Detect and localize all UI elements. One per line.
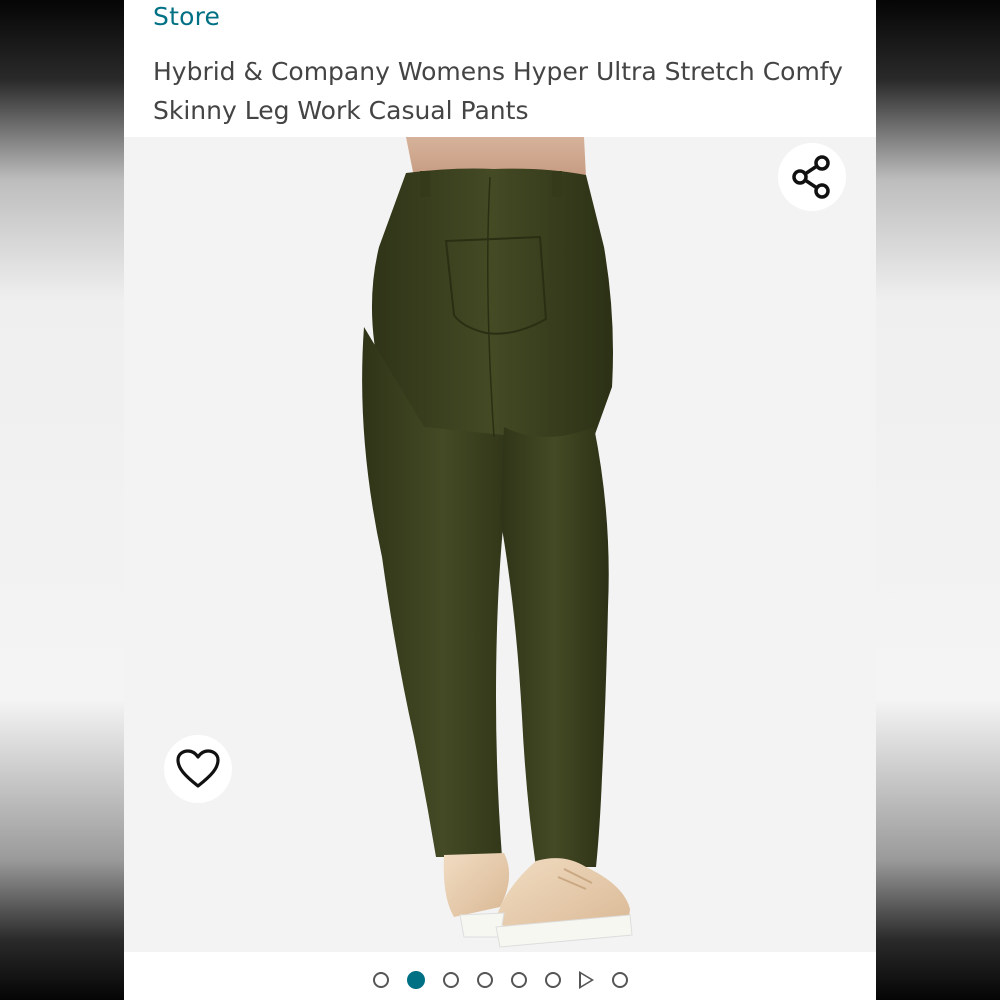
left-shoe: [443, 853, 510, 917]
carousel-indicator: [124, 962, 876, 998]
share-button[interactable]: [778, 143, 846, 211]
carousel-dot-active[interactable]: [406, 971, 425, 989]
pants-right-leg: [500, 427, 609, 867]
carousel-dot[interactable]: [510, 972, 527, 988]
blurred-background-right: [876, 0, 1000, 1000]
carousel-dot[interactable]: [442, 972, 459, 988]
product-title: Hybrid & Company Womens Hyper Ultra Stre…: [153, 57, 843, 125]
play-icon[interactable]: [578, 971, 594, 989]
blurred-background-left: [0, 0, 124, 1000]
belt-loop: [420, 171, 430, 197]
carousel-dot[interactable]: [476, 972, 493, 988]
carousel-dot[interactable]: [544, 972, 561, 988]
wishlist-button[interactable]: [164, 735, 232, 803]
belt-loop: [552, 171, 562, 197]
carousel-dot[interactable]: [372, 972, 389, 988]
product-panel: Store Hybrid & Company Womens Hyper Ultr…: [124, 0, 876, 1000]
store-link[interactable]: Store: [153, 2, 220, 31]
heart-icon: [176, 749, 220, 788]
share-icon: [792, 155, 830, 199]
pants-illustration: [362, 137, 633, 948]
product-image[interactable]: [124, 137, 876, 952]
carousel-dot[interactable]: [611, 972, 628, 988]
